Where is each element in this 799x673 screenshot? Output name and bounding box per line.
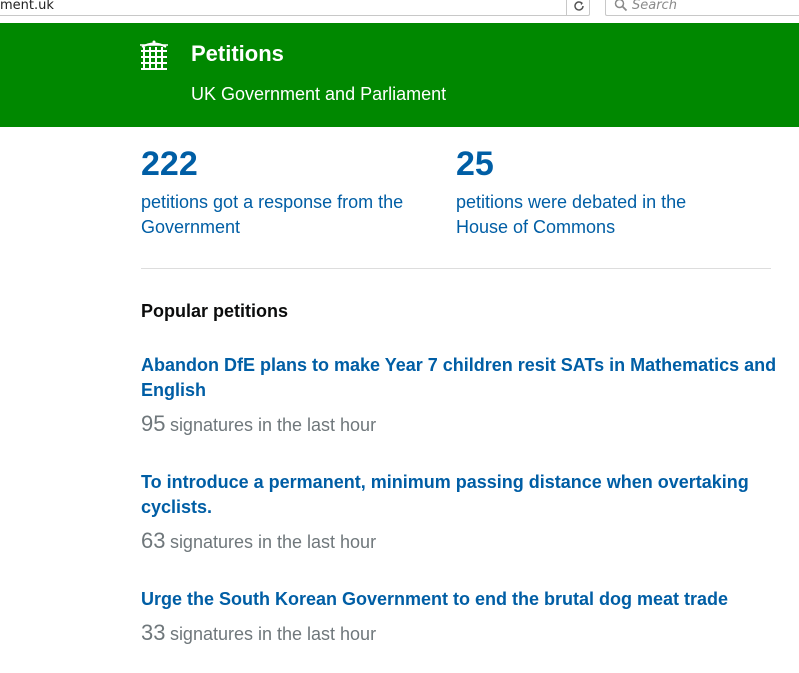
address-bar-url[interactable]: ment.uk xyxy=(0,0,54,13)
list-item: Abandon DfE plans to make Year 7 childre… xyxy=(141,353,781,437)
stat-number: 222 xyxy=(141,145,198,183)
stat-text: petitions got a response from the Govern… xyxy=(141,192,404,237)
petition-link[interactable]: Abandon DfE plans to make Year 7 childre… xyxy=(141,353,781,403)
browser-search-box[interactable] xyxy=(605,0,799,16)
site-subtitle: UK Government and Parliament xyxy=(191,84,447,104)
petition-link[interactable]: To introduce a permanent, minimum passin… xyxy=(141,470,781,520)
signature-label: signatures in the last hour xyxy=(169,532,377,552)
signature-number: 95 xyxy=(141,411,166,436)
petition-link[interactable]: Urge the South Korean Government to end … xyxy=(141,587,781,612)
browser-toolbar: ment.uk xyxy=(0,0,799,18)
site-title[interactable]: Petitions xyxy=(191,41,284,67)
reload-button[interactable] xyxy=(566,0,590,16)
stat-text: petitions were debated in the House of C… xyxy=(456,192,687,237)
reload-icon xyxy=(573,1,584,11)
stat-number: 25 xyxy=(456,145,494,183)
signature-number: 33 xyxy=(141,620,166,645)
list-item: Urge the South Korean Government to end … xyxy=(141,587,781,646)
popular-petitions-heading: Popular petitions xyxy=(141,301,289,321)
section-divider xyxy=(141,268,771,269)
search-input[interactable] xyxy=(632,0,792,14)
signature-number: 63 xyxy=(141,528,166,553)
address-bar[interactable] xyxy=(0,0,590,16)
list-item: To introduce a permanent, minimum passin… xyxy=(141,470,781,554)
signature-count: 95 signatures in the last hour xyxy=(141,411,781,437)
signature-label: signatures in the last hour xyxy=(169,624,377,644)
search-icon xyxy=(614,0,628,12)
stat-responses[interactable]: 222 petitions got a response from the Go… xyxy=(141,146,421,240)
signature-count: 63 signatures in the last hour xyxy=(141,528,781,554)
site-header: Petitions UK Government and Parliament xyxy=(0,23,799,127)
signature-label: signatures in the last hour xyxy=(169,415,377,435)
signature-count: 33 signatures in the last hour xyxy=(141,620,781,646)
portcullis-icon[interactable] xyxy=(140,39,168,71)
stat-debates[interactable]: 25 petitions were debated in the House o… xyxy=(456,146,736,240)
